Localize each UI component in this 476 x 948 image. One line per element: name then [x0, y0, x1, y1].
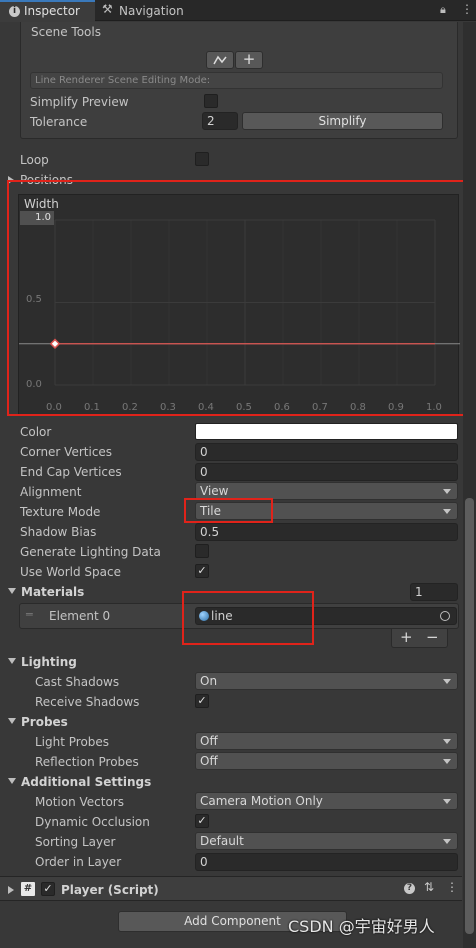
loop-label: Loop	[20, 153, 49, 167]
probes-title: Probes	[21, 715, 68, 729]
motion-vectors-label: Motion Vectors	[35, 795, 124, 809]
shadow-bias-input[interactable]: 0.5	[195, 523, 458, 541]
use-world-space-label: Use World Space	[20, 565, 122, 579]
simplify-preview-checkbox[interactable]	[204, 94, 218, 108]
order-in-layer-input[interactable]: 0	[195, 853, 458, 871]
light-probes-value: Off	[200, 734, 218, 748]
cast-shadows-value: On	[200, 674, 218, 688]
additional-settings-foldout-arrow[interactable]	[8, 778, 16, 784]
material-element-highlight	[182, 591, 314, 645]
tolerance-label: Tolerance	[30, 115, 88, 129]
tab-navigation[interactable]: ⚒ Navigation	[96, 0, 196, 21]
watermark-text: CSDN @宇宙好男人	[288, 917, 435, 936]
chevron-down-icon	[443, 839, 451, 844]
cast-shadows-label: Cast Shadows	[35, 675, 120, 689]
navigation-icon: ⚒	[102, 2, 113, 16]
lighting-foldout-arrow[interactable]	[8, 658, 16, 664]
drag-handle-icon[interactable]: ═	[26, 609, 33, 620]
player-script-foldout-arrow[interactable]	[8, 886, 14, 894]
tab-inspector[interactable]: i Inspector	[0, 0, 95, 22]
materials-title: Materials	[21, 585, 85, 599]
cast-shadows-dropdown[interactable]: On	[195, 672, 458, 690]
player-script-enabled-checkbox[interactable]: ✓	[41, 882, 55, 896]
shadow-bias-label: Shadow Bias	[20, 525, 97, 539]
additional-settings-title: Additional Settings	[21, 775, 152, 789]
remove-element-button[interactable]: −	[426, 628, 439, 646]
simplify-button[interactable]: Simplify	[242, 112, 443, 130]
scrollbar-thumb[interactable]	[465, 498, 474, 934]
element-0-label: Element 0	[49, 609, 111, 623]
object-picker-icon[interactable]	[440, 611, 450, 621]
reflection-probes-value: Off	[200, 754, 218, 768]
generate-lighting-label: Generate Lighting Data	[20, 545, 161, 559]
lighting-title: Lighting	[21, 655, 77, 669]
reflection-probes-label: Reflection Probes	[35, 755, 139, 769]
color-label: Color	[20, 425, 52, 439]
generate-lighting-checkbox[interactable]	[195, 544, 209, 558]
use-world-space-checkbox[interactable]: ✓	[195, 564, 209, 578]
dynamic-occlusion-label: Dynamic Occlusion	[35, 815, 150, 829]
corner-vertices-label: Corner Vertices	[20, 445, 113, 459]
light-probes-dropdown[interactable]: Off	[195, 732, 458, 750]
player-script-title: Player (Script)	[61, 883, 159, 897]
corner-vertices-input[interactable]: 0	[195, 443, 458, 461]
alignment-label: Alignment	[20, 485, 82, 499]
receive-shadows-checkbox[interactable]: ✓	[195, 694, 209, 708]
receive-shadows-label: Receive Shadows	[35, 695, 140, 709]
chevron-down-icon	[443, 489, 451, 494]
alignment-value: View	[200, 484, 229, 498]
width-curve-highlight	[7, 180, 470, 416]
tolerance-input[interactable]: 2	[202, 112, 238, 130]
info-icon: i	[9, 6, 20, 17]
chevron-down-icon	[443, 759, 451, 764]
preset-icon[interactable]: ⇅	[424, 880, 434, 894]
loop-checkbox[interactable]	[195, 152, 209, 166]
probes-foldout-arrow[interactable]	[8, 718, 16, 724]
script-icon: #	[21, 882, 35, 896]
chevron-down-icon	[443, 739, 451, 744]
chevron-down-icon	[443, 509, 451, 514]
help-icon[interactable]: ?	[404, 883, 415, 894]
add-element-button[interactable]: +	[400, 628, 413, 646]
edit-points-icon	[213, 55, 227, 65]
dynamic-occlusion-checkbox[interactable]: ✓	[195, 814, 209, 828]
lock-icon[interactable]: 🔒︎	[440, 3, 446, 17]
end-cap-vertices-input[interactable]: 0	[195, 463, 458, 481]
materials-count-input[interactable]: 1	[410, 583, 458, 601]
sorting-layer-label: Sorting Layer	[35, 835, 116, 849]
materials-foldout-arrow[interactable]	[8, 588, 16, 594]
light-probes-label: Light Probes	[35, 735, 110, 749]
motion-vectors-dropdown[interactable]: Camera Motion Only	[195, 792, 458, 810]
scene-tools-title: Scene Tools	[31, 25, 101, 39]
chevron-down-icon	[443, 799, 451, 804]
add-points-button[interactable]: +	[235, 51, 263, 69]
chevron-down-icon	[443, 679, 451, 684]
sorting-layer-value: Default	[200, 834, 244, 848]
reflection-probes-dropdown[interactable]: Off	[195, 752, 458, 770]
tab-navigation-label: Navigation	[119, 4, 184, 18]
more-menu-icon[interactable]: ⋮	[461, 2, 473, 16]
tab-inspector-label: Inspector	[24, 4, 80, 18]
texture-mode-highlight	[184, 498, 273, 523]
sorting-layer-dropdown[interactable]: Default	[195, 832, 458, 850]
texture-mode-label: Texture Mode	[20, 505, 101, 519]
order-in-layer-label: Order in Layer	[35, 855, 122, 869]
end-cap-vertices-label: End Cap Vertices	[20, 465, 122, 479]
motion-vectors-value: Camera Motion Only	[200, 794, 323, 808]
component-menu-icon[interactable]: ⋮	[446, 880, 458, 894]
simplify-preview-label: Simplify Preview	[30, 95, 129, 109]
edit-points-button[interactable]	[206, 51, 234, 69]
color-swatch[interactable]	[195, 423, 458, 440]
scene-editing-mode-field: Line Renderer Scene Editing Mode:	[30, 72, 443, 89]
